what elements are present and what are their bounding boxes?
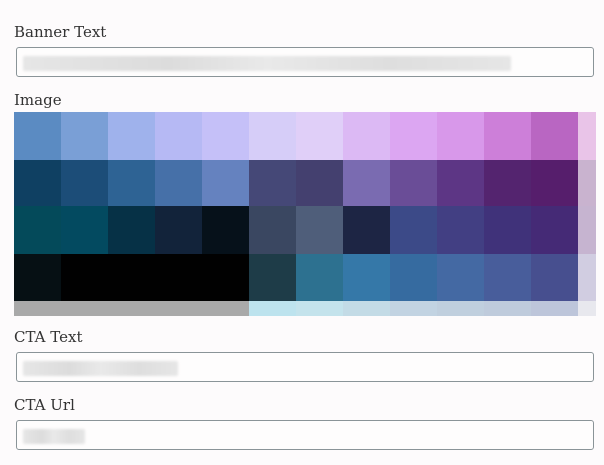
image-pixel [578,254,596,301]
image-pixel [343,301,390,316]
image-pixel [202,112,249,160]
image-pixel [484,206,531,254]
redacted-value [23,56,511,71]
image-pixel [155,254,202,301]
image-pixel [437,112,484,160]
image-pixel [484,254,531,301]
image-pixel [61,254,108,301]
image-pixel [484,112,531,160]
image-pixel [531,254,578,301]
image-pixel [249,160,296,206]
image-label: Image [14,91,62,109]
image-pixel [108,112,155,160]
cta-text-input[interactable] [16,352,594,382]
image-pixel [249,254,296,301]
image-pixel [61,301,108,316]
image-pixel [108,301,155,316]
image-pixel [390,206,437,254]
image-pixel [531,160,578,206]
image-pixel [296,160,343,206]
image-pixel [296,301,343,316]
image-pixel [155,112,202,160]
image-pixel [14,112,61,160]
image-pixel [343,112,390,160]
image-pixel [296,254,343,301]
image-pixel [343,206,390,254]
image-pixel [390,160,437,206]
cta-text-label: CTA Text [14,328,83,346]
image-pixel [578,301,596,316]
image-pixel [296,112,343,160]
image-pixel [155,206,202,254]
image-pixel [155,160,202,206]
image-pixel [437,301,484,316]
image-pixel [578,206,596,254]
image-pixel [343,254,390,301]
content-form: Banner Text Image CTA Text CTA Url [0,0,604,465]
banner-text-input[interactable] [16,47,594,77]
image-pixel [155,301,202,316]
image-pixel [531,206,578,254]
image-pixel [14,254,61,301]
image-pixel [437,254,484,301]
image-pixel [343,160,390,206]
image-pixel [578,160,596,206]
image-pixel [108,206,155,254]
image-pixel [531,112,578,160]
cta-url-label: CTA Url [14,396,75,414]
image-pixel [202,254,249,301]
image-pixel [390,301,437,316]
image-pixel [108,160,155,206]
image-pixel [61,206,108,254]
image-pixel [249,301,296,316]
image-pixel [437,206,484,254]
image-preview[interactable] [14,112,596,316]
image-pixel [296,206,343,254]
image-pixel [14,206,61,254]
image-pixel [202,301,249,316]
image-pixel [249,206,296,254]
image-pixel [484,301,531,316]
redacted-value [23,361,178,376]
image-pixel [61,112,108,160]
banner-text-label: Banner Text [14,23,107,41]
image-pixel [531,301,578,316]
image-pixel [578,112,596,160]
redacted-value [23,429,85,444]
image-pixel [202,206,249,254]
cta-url-input[interactable] [16,420,594,450]
image-pixel [202,160,249,206]
image-pixel [484,160,531,206]
image-pixel [390,112,437,160]
image-pixel [14,160,61,206]
image-pixel [61,160,108,206]
image-pixel [437,160,484,206]
image-pixel [249,112,296,160]
image-pixel [390,254,437,301]
image-pixel [108,254,155,301]
image-pixel [14,301,61,316]
